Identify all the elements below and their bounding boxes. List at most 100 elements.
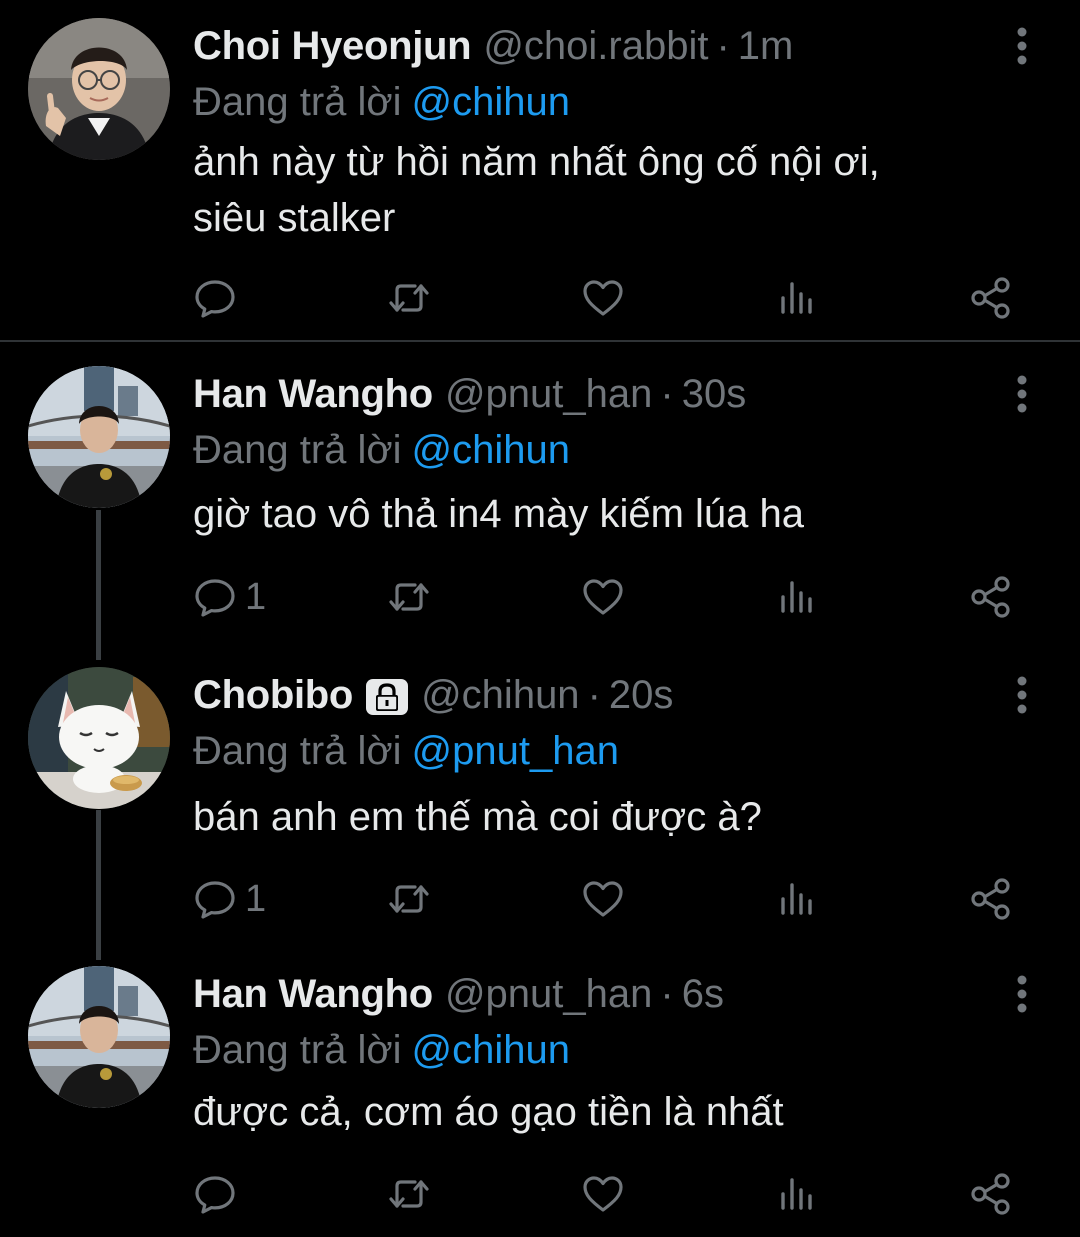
replying-to-label: Đang trả lời xyxy=(193,1028,402,1072)
timestamp[interactable]: 1m xyxy=(738,18,794,74)
reply-button[interactable] xyxy=(193,1168,245,1220)
action-bar xyxy=(193,1168,1043,1220)
retweet-button[interactable] xyxy=(387,272,431,324)
tweet-text: giờ tao vô thả in4 mày kiếm lúa ha xyxy=(193,486,804,542)
share-button[interactable] xyxy=(969,1168,1013,1220)
timestamp[interactable]: 6s xyxy=(682,966,724,1022)
views-icon xyxy=(781,282,812,314)
reply-button[interactable]: 1 xyxy=(193,873,266,925)
tweet-header: Han Wangho @pnut_han · 30s xyxy=(193,366,746,422)
tweet-text-line: được cả, cơm áo gạo tiền là nhất xyxy=(193,1090,784,1134)
separator-dot: · xyxy=(716,24,730,68)
replying-to-label: Đang trả lời xyxy=(193,428,402,472)
more-options-icon[interactable] xyxy=(1005,26,1039,66)
replying-to-label: Đang trả lời xyxy=(193,729,402,773)
username[interactable]: @chihun xyxy=(421,667,579,723)
share-button[interactable] xyxy=(969,873,1013,925)
avatar[interactable] xyxy=(28,667,170,809)
display-name[interactable]: Han Wangho xyxy=(193,966,433,1022)
tweet-text: được cả, cơm áo gạo tiền là nhất xyxy=(193,1084,784,1140)
separator-dot: · xyxy=(660,972,674,1016)
retweet-button[interactable] xyxy=(387,873,431,925)
share-button[interactable] xyxy=(969,571,1013,623)
reply-button[interactable] xyxy=(193,272,245,324)
tweet[interactable]: Choi Hyeonjun @choi.rabbit · 1m Đang trả… xyxy=(0,18,1080,338)
like-icon xyxy=(583,280,623,316)
avatar[interactable] xyxy=(28,366,170,508)
retweet-icon xyxy=(389,1180,429,1208)
username[interactable]: @pnut_han xyxy=(445,366,652,422)
tweet[interactable]: Chobibo @chihun · 20s Đang trả lời @pnut_… xyxy=(0,667,1080,947)
tweet-header: Chobibo @chihun · 20s xyxy=(193,667,673,723)
like-button[interactable] xyxy=(581,571,625,623)
display-name[interactable]: Han Wangho xyxy=(193,366,433,422)
avatar[interactable] xyxy=(28,966,170,1108)
display-name[interactable]: Choi Hyeonjun xyxy=(193,18,472,74)
mention-link[interactable]: @pnut_han xyxy=(412,729,619,773)
replying-to-label: Đang trả lời xyxy=(193,80,402,124)
share-icon xyxy=(971,1173,1010,1215)
retweet-icon xyxy=(389,583,429,611)
tweet-text-line: ảnh này từ hồi năm nhất ông cố nội ơi, xyxy=(193,140,880,184)
reply-icon xyxy=(195,1176,235,1214)
views-button[interactable] xyxy=(775,1168,819,1220)
share-icon xyxy=(971,277,1010,319)
like-icon xyxy=(583,881,623,917)
like-icon xyxy=(583,1176,623,1212)
more-options-icon[interactable] xyxy=(1005,374,1039,414)
replying-to: Đang trả lời @chihun xyxy=(193,422,570,478)
like-button[interactable] xyxy=(581,1168,625,1220)
mention-link[interactable]: @chihun xyxy=(412,1028,570,1072)
replying-to: Đang trả lời @pnut_han xyxy=(193,723,619,779)
tweet-text-line: siêu stalker xyxy=(193,196,396,240)
username[interactable]: @choi.rabbit xyxy=(483,18,708,74)
views-icon xyxy=(781,1178,812,1210)
mention-link[interactable]: @chihun xyxy=(412,80,570,124)
like-button[interactable] xyxy=(581,873,625,925)
retweet-button[interactable] xyxy=(387,571,431,623)
tweet-text-line: bán anh em thế mà coi được à? xyxy=(193,795,762,839)
reply-count: 1 xyxy=(245,576,267,618)
person-avatar-icon xyxy=(28,966,170,1108)
share-button[interactable] xyxy=(969,272,1013,324)
reply-button[interactable]: 1 xyxy=(193,571,266,623)
lock-icon xyxy=(366,679,409,715)
tweet-text: ảnh này từ hồi năm nhất ông cố nội ơi, s… xyxy=(193,134,880,246)
views-button[interactable] xyxy=(775,873,819,925)
retweet-button[interactable] xyxy=(387,1168,431,1220)
person-avatar-icon xyxy=(28,18,170,160)
replying-to: Đang trả lời @chihun xyxy=(193,1022,570,1078)
like-button[interactable] xyxy=(581,272,625,324)
display-name[interactable]: Chobibo xyxy=(193,667,353,723)
more-options-icon[interactable] xyxy=(1005,974,1039,1014)
replying-to: Đang trả lời @chihun xyxy=(193,74,570,130)
retweet-icon xyxy=(389,885,429,913)
mention-link[interactable]: @chihun xyxy=(412,428,570,472)
tweet-text: bán anh em thế mà coi được à? xyxy=(193,789,762,845)
retweet-icon xyxy=(389,284,429,312)
timestamp[interactable]: 20s xyxy=(609,667,674,723)
separator-dot: · xyxy=(587,673,601,717)
timestamp[interactable]: 30s xyxy=(682,366,747,422)
reply-icon xyxy=(195,881,235,919)
share-icon xyxy=(971,576,1010,618)
views-icon xyxy=(781,581,812,613)
views-button[interactable] xyxy=(775,571,819,623)
action-bar: 1 xyxy=(193,571,1043,623)
views-button[interactable] xyxy=(775,272,819,324)
tweet-header: Han Wangho @pnut_han · 6s xyxy=(193,966,724,1022)
avatar[interactable] xyxy=(28,18,170,160)
views-icon xyxy=(781,883,812,915)
tweet[interactable]: Han Wangho @pnut_han · 30s Đang trả lời @… xyxy=(0,366,1080,646)
tweet[interactable]: Han Wangho @pnut_han · 6s Đang trả lời @c… xyxy=(0,966,1080,1237)
share-icon xyxy=(971,878,1010,920)
action-bar xyxy=(193,272,1043,324)
reply-icon xyxy=(195,280,235,318)
cat-avatar-icon xyxy=(28,667,170,809)
more-options-icon[interactable] xyxy=(1005,675,1039,715)
username[interactable]: @pnut_han xyxy=(445,966,652,1022)
reply-icon xyxy=(195,579,235,617)
person-avatar-icon xyxy=(28,366,170,508)
separator-dot: · xyxy=(660,372,674,416)
tweet-text-line: giờ tao vô thả in4 mày kiếm lúa ha xyxy=(193,492,804,536)
